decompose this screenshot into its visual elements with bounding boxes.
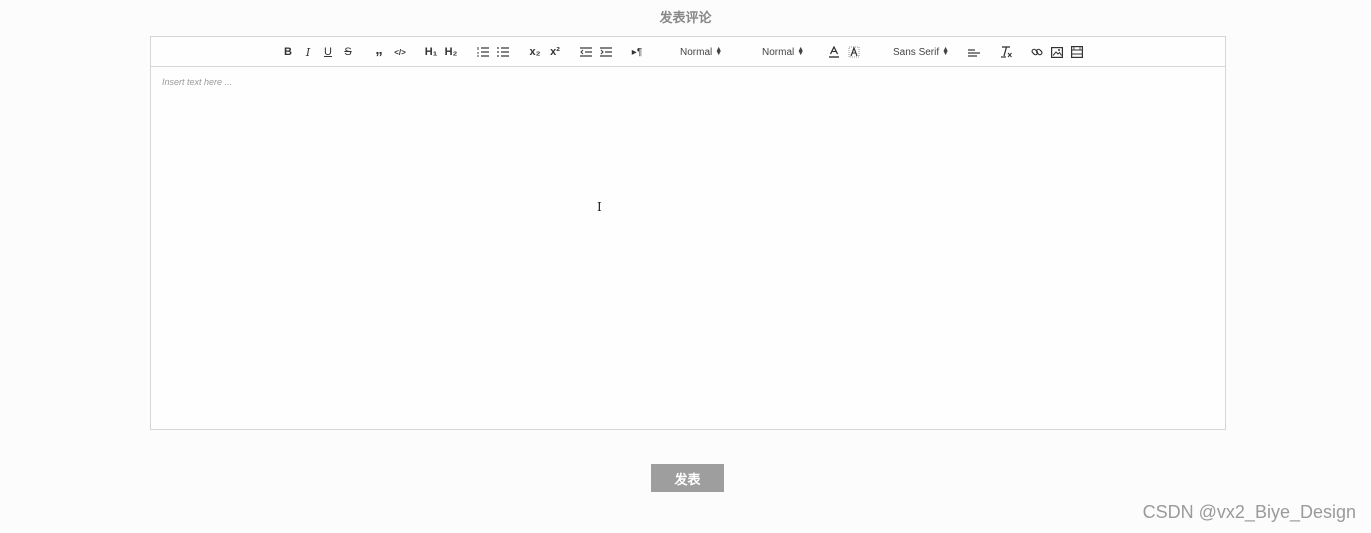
- indent-icon: [600, 47, 612, 57]
- comment-page: 发表评论 B I U S ” </> H₁ H₂ x₂ x² ▸¶ Normal…: [0, 0, 1371, 533]
- h2-button[interactable]: H₂: [443, 44, 459, 60]
- code-block-button[interactable]: </>: [392, 44, 408, 60]
- clean-format-button[interactable]: [999, 44, 1013, 60]
- editor-content-area[interactable]: Insert text here ... I: [151, 67, 1225, 429]
- bullet-list-button[interactable]: [496, 44, 510, 60]
- font-color-button[interactable]: [827, 44, 841, 60]
- outdent-button[interactable]: [579, 44, 593, 60]
- ordered-list-icon: [477, 47, 489, 57]
- watermark-text: CSDN @vx2_Biye_Design: [1142, 502, 1356, 522]
- size-picker-value: Normal: [680, 46, 713, 58]
- italic-button[interactable]: I: [301, 44, 315, 60]
- background-color-icon: [848, 46, 860, 58]
- indent-button[interactable]: [599, 44, 613, 60]
- clean-icon: [1001, 46, 1012, 58]
- submit-comment-button[interactable]: 发表: [651, 464, 724, 492]
- bold-button[interactable]: B: [281, 44, 295, 60]
- section-title: 发表评论: [659, 11, 712, 26]
- editor-toolbar: B I U S ” </> H₁ H₂ x₂ x² ▸¶ Normal ▲ ▼ …: [151, 37, 1225, 67]
- background-color-button[interactable]: [847, 44, 861, 60]
- font-picker-value: Sans Serif: [893, 46, 940, 58]
- ordered-list-button[interactable]: [476, 44, 490, 60]
- font-picker[interactable]: Sans Serif ▲ ▼: [893, 44, 949, 60]
- strike-button[interactable]: S: [341, 44, 355, 60]
- blockquote-button[interactable]: ”: [371, 44, 387, 66]
- outdent-icon: [580, 47, 592, 57]
- picker-arrows-icon: ▲ ▼: [942, 46, 950, 57]
- size-picker[interactable]: Normal ▲ ▼: [680, 44, 722, 60]
- image-button[interactable]: [1050, 44, 1064, 60]
- subscript-button[interactable]: x₂: [527, 44, 543, 60]
- rich-text-editor: B I U S ” </> H₁ H₂ x₂ x² ▸¶ Normal ▲ ▼ …: [150, 36, 1226, 430]
- picker-arrows-icon: ▲ ▼: [797, 46, 805, 57]
- align-button[interactable]: [967, 44, 981, 60]
- image-icon: [1051, 46, 1063, 58]
- bullet-list-icon: [497, 47, 509, 57]
- h1-button[interactable]: H₁: [423, 44, 439, 60]
- font-color-icon: [829, 46, 839, 58]
- video-icon: [1071, 46, 1083, 58]
- underline-button[interactable]: U: [321, 44, 335, 60]
- editor-placeholder: Insert text here ...: [162, 77, 233, 87]
- text-cursor-icon: I: [597, 200, 602, 214]
- video-button[interactable]: [1070, 44, 1084, 60]
- text-direction-button[interactable]: ▸¶: [629, 44, 645, 60]
- header-picker-value: Normal: [762, 46, 795, 58]
- link-icon: [1031, 48, 1043, 56]
- picker-arrows-icon: ▲ ▼: [715, 46, 723, 57]
- header-picker[interactable]: Normal ▲ ▼: [762, 44, 804, 60]
- link-button[interactable]: [1030, 44, 1044, 60]
- superscript-button[interactable]: x²: [547, 44, 563, 60]
- align-left-icon: [968, 49, 980, 57]
